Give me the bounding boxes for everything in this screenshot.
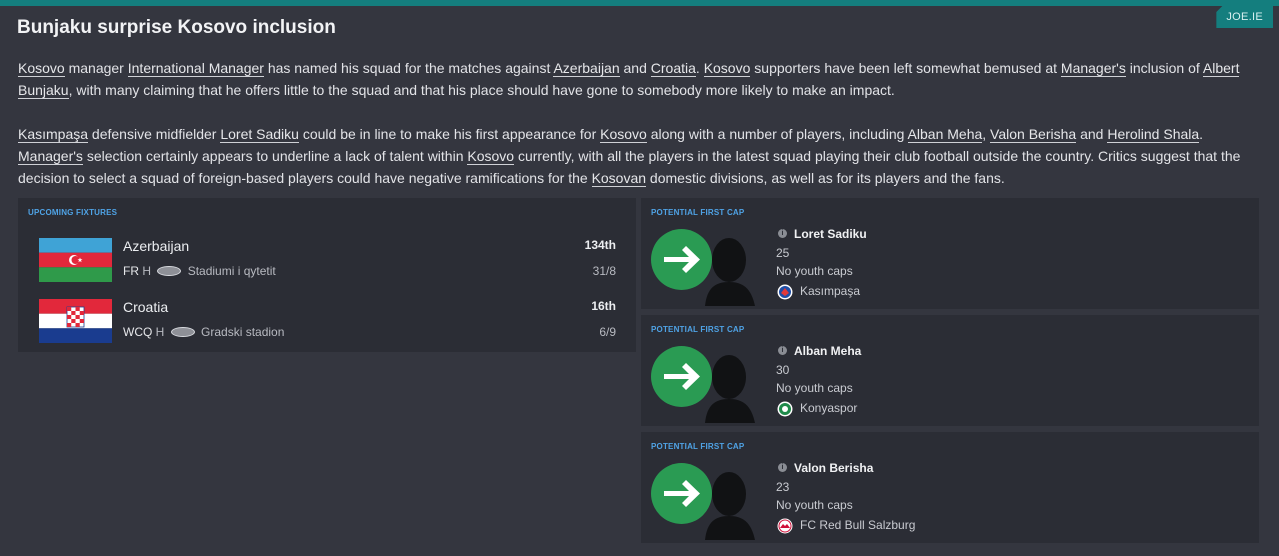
player-youth-caps: No youth caps [776,381,853,395]
article-link[interactable]: Croatia [650,60,696,77]
fixture-stadium[interactable]: Stadiumi i qytetit [188,264,276,278]
fixtures-label: UPCOMING FIXTURES [28,208,118,217]
article-link[interactable]: Alban Meha [907,126,983,143]
player-youth-caps: No youth caps [776,264,853,278]
article-link[interactable]: Kosovo [18,60,65,77]
club-name[interactable]: Kasımpaşa [800,284,860,298]
article-link[interactable]: Loret Sadiku [220,126,299,143]
article-text: inclusion of [1125,60,1203,76]
article-text: along with a number of players, includin… [646,126,908,142]
player-age: 30 [776,363,790,377]
stadium-icon [170,326,195,337]
player-name[interactable]: Alban Meha [794,344,861,358]
article-text: . [695,60,704,76]
article-text: selection certainly appears to underline… [82,148,468,164]
first-cap-card[interactable]: POTENTIAL FIRST CAP i Alban Meha 30 No y… [641,315,1259,426]
top-accent-bar [0,0,1279,6]
upcoming-fixtures-panel: UPCOMING FIXTURES Azerbaijan FR H Stadiu… [18,198,636,352]
article-link[interactable]: International Manager [127,60,264,77]
player-silhouette [699,234,759,306]
fixture-date: 31/8 [592,264,616,278]
first-cap-label: POTENTIAL FIRST CAP [651,442,745,451]
konyaspor-badge-icon [777,401,793,417]
source-tag[interactable]: JOE.IE [1216,6,1273,28]
fixture-rank: 134th [584,238,616,252]
info-icon[interactable]: i [778,229,787,238]
article-link[interactable]: Herolind Shala [1107,126,1200,143]
article-text: defensive midfielder [88,126,221,142]
first-cap-label: POTENTIAL FIRST CAP [651,208,745,217]
article-link[interactable]: Kosovo [467,148,515,165]
article-link[interactable]: Kasımpaşa [18,126,89,143]
first-cap-label: POTENTIAL FIRST CAP [651,325,745,334]
fixture-stadium[interactable]: Gradski stadion [201,325,284,339]
article-paragraph-2: Kasımpaşa defensive midfielder Loret Sad… [18,123,1258,189]
fixture-team[interactable]: Azerbaijan [123,238,189,254]
croatia-flag-icon [39,299,112,343]
player-name[interactable]: Loret Sadiku [794,227,867,241]
info-icon[interactable]: i [778,463,787,472]
article-link[interactable]: Kosovan [591,170,647,187]
fixture-row[interactable]: Croatia WCQ H Gradski stadion 16th 6/9 [18,299,636,355]
kasimpasa-badge-icon [777,284,793,300]
article-text: domestic divisions, as well as for its p… [646,170,1005,186]
article-paragraph-1: Kosovo manager International Manager has… [18,57,1258,101]
fixture-rank: 16th [591,299,616,313]
fixture-meta: FR H Stadiumi i qytetit [123,264,276,278]
club-name[interactable]: FC Red Bull Salzburg [800,518,915,532]
article-link[interactable]: Kosovo [703,60,751,77]
article-link[interactable]: Valon Berisha [990,126,1077,143]
azerbaijan-flag-icon [39,238,112,282]
article-link[interactable]: Azerbaijan [553,60,620,77]
fixture-venue-type: H [155,325,165,339]
first-cap-card[interactable]: POTENTIAL FIRST CAP i Loret Sadiku 25 No… [641,198,1259,309]
player-age: 23 [776,480,790,494]
red-bull-salzburg-badge-icon [777,518,793,534]
article-body: Kosovo manager International Manager has… [18,57,1258,211]
fixture-row[interactable]: Azerbaijan FR H Stadiumi i qytetit 134th… [18,238,636,294]
article-link[interactable]: Manager's [1060,60,1126,77]
player-youth-caps: No youth caps [776,498,853,512]
player-silhouette [699,351,759,423]
info-icon[interactable]: i [778,346,787,355]
fixture-meta: WCQ H Gradski stadion [123,325,284,339]
article-text: , [982,126,991,142]
player-name[interactable]: Valon Berisha [794,461,873,475]
article-text: manager [64,60,128,76]
fixture-venue-type: H [142,264,152,278]
fixture-competition: FR [123,264,139,278]
article-text: , with many claiming that he offers litt… [68,82,895,98]
article-text: and [619,60,651,76]
article-text: could be in line to make his first appea… [298,126,601,142]
article-text: supporters have been left somewhat bemus… [750,60,1061,76]
article-link[interactable]: Manager's [18,148,83,165]
fixture-date: 6/9 [599,325,616,339]
article-text: has named his squad for the matches agai… [263,60,554,76]
article-headline: Bunjaku surprise Kosovo inclusion [17,17,336,38]
fixture-team[interactable]: Croatia [123,299,168,315]
player-silhouette [699,468,759,540]
article-link[interactable]: Kosovo [600,126,647,143]
article-text: . [1199,126,1204,142]
player-age: 25 [776,246,790,260]
fixture-competition: WCQ [123,325,153,339]
article-text: and [1076,126,1108,142]
first-cap-card[interactable]: POTENTIAL FIRST CAP i Valon Berisha 23 N… [641,432,1259,543]
club-name[interactable]: Konyaspor [800,401,857,415]
stadium-icon [157,265,182,276]
